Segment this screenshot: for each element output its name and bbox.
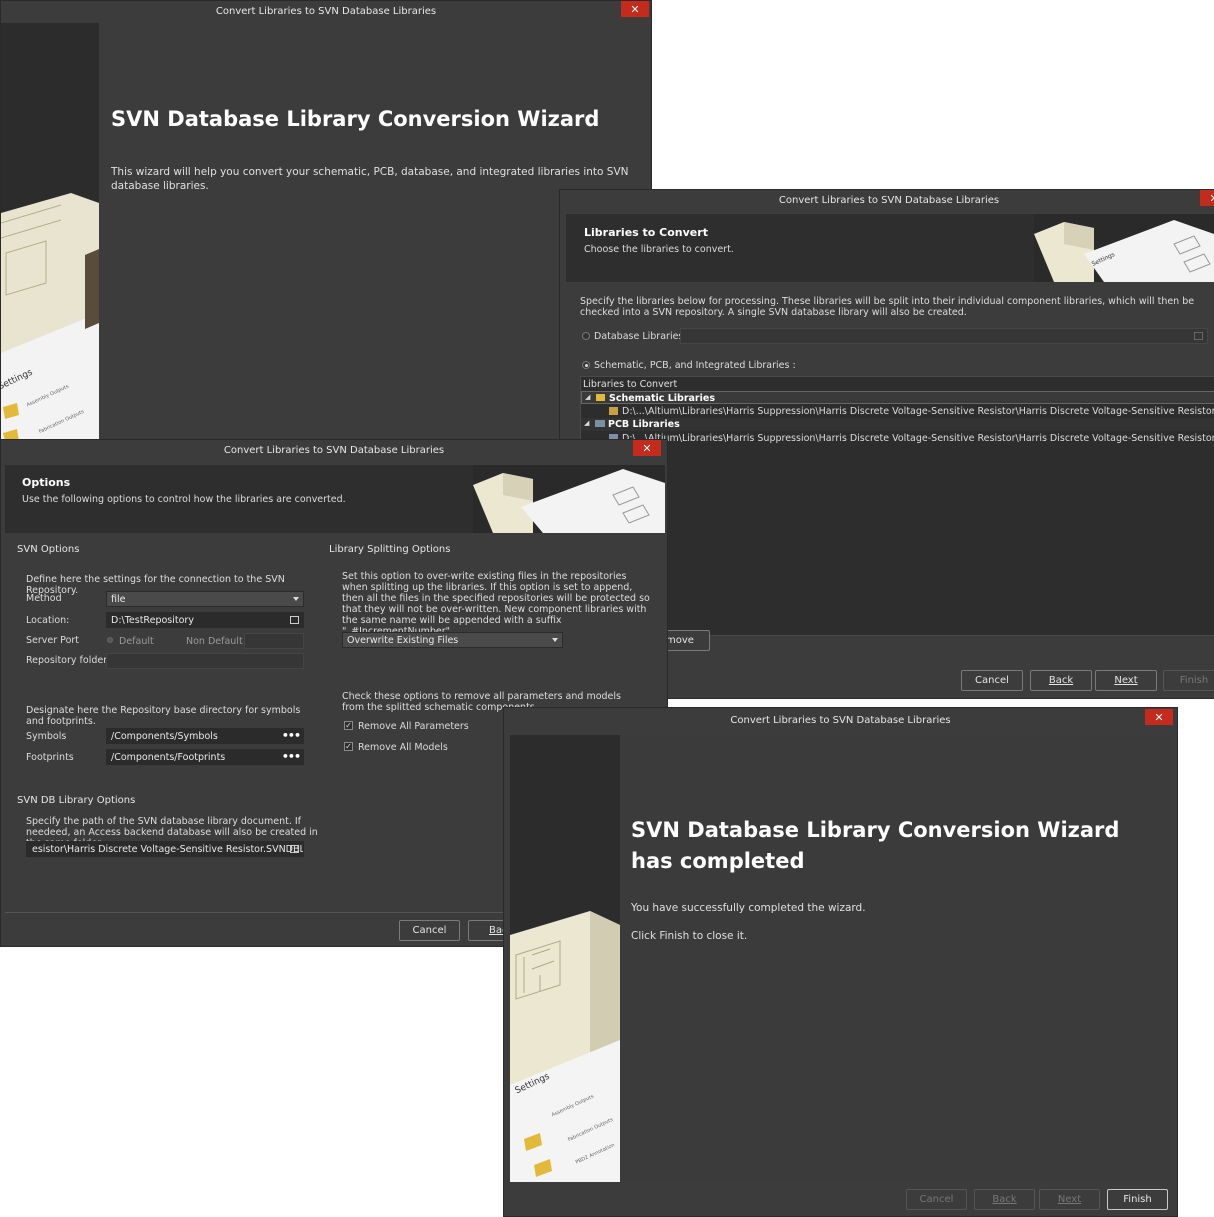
splitting-mode-value: Overwrite Existing Files — [347, 634, 459, 646]
location-field[interactable]: D:\TestRepository — [106, 612, 304, 628]
database-libraries-label: Database Libraries — [594, 331, 684, 342]
remove-models-label: Remove All Models — [358, 742, 448, 753]
db-options-title: SVN DB Library Options — [17, 795, 136, 806]
schematic-libraries-label: Schematic, PCB, and Integrated Libraries… — [594, 360, 796, 371]
tree-child-schlib[interactable]: D:\...\Altium\Libraries\Harris Suppressi… — [581, 405, 1214, 418]
db-path-field[interactable]: esistor\Harris Discrete Voltage-Sensitiv… — [26, 841, 304, 857]
database-libraries-radio[interactable] — [582, 332, 590, 340]
footprints-field[interactable]: /Components/Footprints ••• — [106, 749, 304, 765]
tree-row-pcb[interactable]: ◢ PCB Libraries — [581, 418, 1214, 431]
completed-title-bar: Convert Libraries to SVN Database Librar… — [504, 708, 1177, 732]
completed-main: SVN Database Library Conversion Wizard h… — [620, 735, 1172, 1182]
port-non-default-label: Non Default — [186, 636, 243, 647]
browse-icon[interactable]: ••• — [282, 750, 301, 763]
folder-open-icon[interactable] — [290, 616, 299, 624]
finish-button[interactable]: Finish — [1107, 1189, 1168, 1210]
completed-line1: You have successfully completed the wiza… — [631, 902, 866, 914]
wizard-art: Settings Assembly Outputs Fabrication Ou… — [1, 23, 99, 439]
tree-path-schlib: D:\...\Altium\Libraries\Harris Suppressi… — [622, 406, 1214, 417]
welcome-description: This wizard will help you convert your s… — [111, 166, 629, 192]
welcome-title-bar: Convert Libraries to SVN Database Librar… — [1, 1, 651, 21]
next-button[interactable]: Next — [1095, 670, 1157, 691]
libraries-header: Libraries to Convert Choose the librarie… — [566, 214, 1214, 282]
options-header-art — [473, 465, 665, 533]
splitting-intro: Set this option to over-write existing f… — [342, 571, 650, 637]
tree-child-pcblib[interactable]: D:\...\Altium\Libraries\Harris Suppressi… — [581, 432, 1214, 445]
chevron-down-icon — [293, 597, 299, 601]
schlib-file-icon — [609, 407, 618, 415]
completed-line2: Click Finish to close it. — [631, 930, 748, 942]
welcome-dialog: Convert Libraries to SVN Database Librar… — [0, 0, 652, 440]
remove-params-label: Remove All Parameters — [358, 721, 469, 732]
finish-button[interactable]: Finish — [1163, 670, 1214, 691]
schematic-libraries-radio[interactable] — [582, 361, 590, 369]
back-button[interactable]: Back — [1030, 670, 1092, 691]
tree-row-schematic[interactable]: ◢ Schematic Libraries — [581, 391, 1214, 404]
libraries-title-bar: Convert Libraries to SVN Database Librar… — [560, 190, 1214, 210]
symbols-field[interactable]: /Components/Symbols ••• — [106, 728, 304, 744]
completed-title: Convert Libraries to SVN Database Librar… — [730, 714, 951, 726]
tree-header: Libraries to Convert — [583, 379, 678, 390]
welcome-title: Convert Libraries to SVN Database Librar… — [215, 5, 437, 17]
libraries-title: Convert Libraries to SVN Database Librar… — [778, 194, 1000, 206]
method-select[interactable]: file — [106, 591, 304, 607]
libraries-tree[interactable]: Libraries to Convert ◢ Schematic Librari… — [580, 376, 1214, 636]
footprints-label: Footprints — [26, 752, 74, 763]
options-title-bar: Convert Libraries to SVN Database Librar… — [1, 440, 667, 460]
welcome-heading: SVN Database Library Conversion Wizard — [111, 107, 600, 131]
port-default-label: Default — [119, 636, 154, 647]
close-icon[interactable]: ✕ — [1145, 709, 1173, 725]
server-port-field[interactable] — [244, 633, 304, 649]
symbols-label: Symbols — [26, 731, 67, 742]
chevron-down-icon — [552, 638, 558, 642]
options-header: Options Use the following options to con… — [5, 465, 665, 533]
base-dir-intro: Designate here the Repository base direc… — [26, 705, 301, 727]
folder-open-icon[interactable] — [290, 845, 299, 853]
pcb-library-icon — [595, 420, 605, 427]
schematic-folder-icon — [596, 394, 605, 401]
completed-art: Settings Assembly Outputs Fabrication Ou… — [510, 735, 620, 1182]
splitting-title: Library Splitting Options — [329, 544, 451, 555]
cancel-button[interactable]: Cancel — [399, 920, 460, 941]
close-icon[interactable]: ✕ — [1200, 190, 1214, 206]
tree-path-pcblib: D:\...\Altium\Libraries\Harris Suppressi… — [622, 433, 1214, 444]
port-default-radio[interactable] — [107, 637, 113, 643]
method-label: Method — [26, 593, 62, 604]
remove-params-checkbox[interactable]: ✓ — [344, 721, 353, 730]
location-value: D:\TestRepository — [111, 614, 194, 626]
libraries-header-title: Libraries to Convert — [584, 226, 708, 239]
location-label: Location: — [26, 615, 70, 626]
db-path-value: esistor\Harris Discrete Voltage-Sensitiv… — [32, 843, 304, 855]
options-header-title: Options — [22, 476, 71, 489]
folder-open-icon[interactable] — [1194, 332, 1203, 340]
repo-folder-field[interactable] — [106, 653, 304, 669]
next-button[interactable]: Next — [1039, 1189, 1100, 1210]
remove-models-checkbox[interactable]: ✓ — [344, 742, 353, 751]
completed-dialog: Convert Libraries to SVN Database Librar… — [503, 707, 1178, 1217]
close-icon[interactable]: ✕ — [633, 440, 661, 456]
options-title: Convert Libraries to SVN Database Librar… — [223, 444, 445, 456]
browse-icon[interactable]: ••• — [282, 729, 301, 742]
footprints-value: /Components/Footprints — [111, 751, 226, 763]
libraries-header-subtitle: Choose the libraries to convert. — [584, 244, 734, 255]
method-value: file — [111, 593, 126, 605]
cancel-button[interactable]: Cancel — [961, 670, 1023, 691]
repo-folder-label: Repository folder: — [26, 655, 111, 666]
server-port-label: Server Port — [26, 635, 80, 646]
expand-icon[interactable]: ◢ — [585, 393, 590, 401]
cancel-button[interactable]: Cancel — [906, 1189, 967, 1210]
tree-label-schematic: Schematic Libraries — [609, 393, 715, 404]
options-header-subtitle: Use the following options to control how… — [22, 494, 346, 505]
libraries-intro: Specify the libraries below for processi… — [580, 296, 1195, 318]
database-libraries-field[interactable] — [680, 328, 1208, 344]
completed-heading: SVN Database Library Conversion Wizard h… — [631, 818, 1120, 873]
libraries-header-art — [1034, 214, 1214, 282]
tree-label-pcb: PCB Libraries — [608, 419, 680, 430]
back-button[interactable]: Back — [974, 1189, 1035, 1210]
expand-icon[interactable]: ◢ — [584, 419, 589, 427]
close-icon[interactable]: ✕ — [621, 1, 649, 17]
symbols-value: /Components/Symbols — [111, 730, 218, 742]
splitting-mode-select[interactable]: Overwrite Existing Files — [342, 632, 563, 648]
svn-options-title: SVN Options — [17, 544, 80, 555]
